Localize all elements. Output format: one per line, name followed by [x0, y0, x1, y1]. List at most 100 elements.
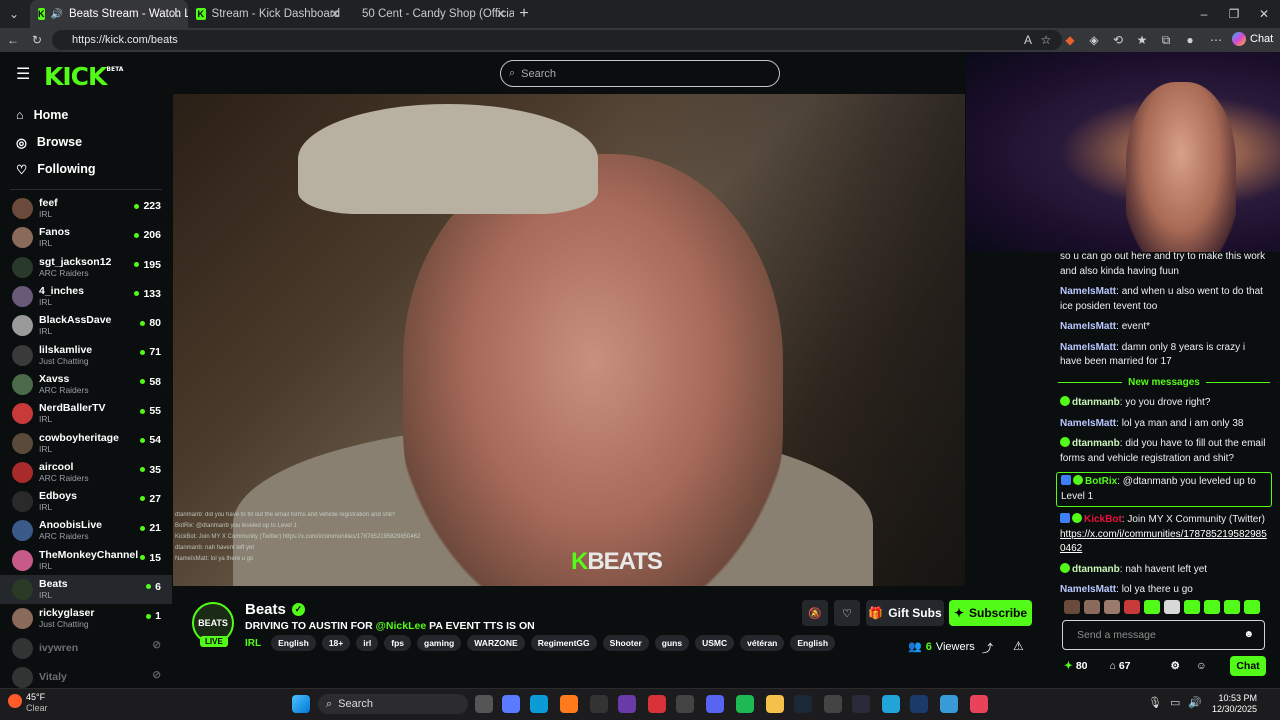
- emoji-icon[interactable]: ☻: [1243, 629, 1254, 640]
- emote-icon[interactable]: [1204, 600, 1220, 614]
- chat-link[interactable]: https://x.com/i/communities/178785219582…: [1060, 529, 1267, 555]
- channel-item-4_inches[interactable]: 4_inches IRL 133: [0, 282, 172, 311]
- settings-icon[interactable]: ⚙: [1171, 660, 1180, 672]
- taskbar-app-icon[interactable]: [970, 695, 988, 713]
- nav-browse[interactable]: ◎ Browse: [0, 129, 172, 155]
- taskbar-app-icon[interactable]: [502, 695, 520, 713]
- share-icon[interactable]: ⤴: [982, 640, 993, 656]
- points-indicator[interactable]: ✦ 80: [1064, 660, 1088, 672]
- chat-username[interactable]: NameIsMatt: [1060, 584, 1116, 595]
- emote-icon[interactable]: [1064, 600, 1080, 614]
- channel-item-feef[interactable]: feef IRL 223: [0, 194, 172, 223]
- report-icon[interactable]: ⚠: [1013, 639, 1024, 653]
- profile-avatar-icon[interactable]: ●: [1180, 30, 1200, 50]
- channel-item-beats[interactable]: Beats IRL 6: [0, 574, 172, 605]
- kick-logo[interactable]: KICKBETA: [44, 62, 123, 91]
- taskbar-app-icon[interactable]: [794, 695, 812, 713]
- channel-item-ivywren[interactable]: ivywren ⊘: [0, 633, 172, 662]
- subscribe-button[interactable]: ✦ Subscribe: [949, 600, 1032, 626]
- taskbar-app-icon[interactable]: [736, 695, 754, 713]
- nav-home[interactable]: ⌂ Home: [0, 102, 172, 128]
- taskbar-app-icon[interactable]: [560, 695, 578, 713]
- close-tab-icon[interactable]: ✕: [170, 7, 180, 21]
- stream-tag[interactable]: WARZONE: [467, 635, 525, 651]
- volume-icon[interactable]: 🔊: [1188, 696, 1202, 709]
- taskbar-app-icon[interactable]: [940, 695, 958, 713]
- stream-tag[interactable]: English: [790, 635, 836, 651]
- extensions-puzzle-icon[interactable]: ⟲: [1108, 30, 1128, 50]
- copilot-chat-button[interactable]: Chat: [1232, 32, 1273, 46]
- channel-item-aircool[interactable]: aircool ARC Raiders 35: [0, 458, 172, 487]
- taskbar-app-icon[interactable]: [824, 695, 842, 713]
- refresh-icon[interactable]: ↻: [27, 30, 47, 50]
- windows-start-icon[interactable]: [292, 695, 310, 713]
- taskbar-app-icon[interactable]: [676, 695, 694, 713]
- emote-icon[interactable]: [1244, 600, 1260, 614]
- search-input[interactable]: ⌕ Search: [500, 60, 780, 87]
- channel-item-lilskamlive[interactable]: lilskamlive Just Chatting 71: [0, 340, 172, 369]
- stream-tag[interactable]: RegimentGG: [530, 635, 597, 651]
- minimize-icon[interactable]: –: [1194, 4, 1214, 24]
- taskbar-app-icon[interactable]: [648, 695, 666, 713]
- chat-username[interactable]: dtanmanb: [1072, 564, 1120, 575]
- send-chat-button[interactable]: Chat: [1230, 656, 1266, 676]
- network-icon[interactable]: ▭: [1170, 696, 1180, 709]
- notifications-off-button[interactable]: 🔕: [802, 600, 828, 626]
- gift-count-indicator[interactable]: ⌂ 67: [1110, 660, 1131, 672]
- chat-username[interactable]: dtanmanb: [1072, 397, 1120, 408]
- hamburger-menu-icon[interactable]: ☰: [16, 64, 30, 84]
- back-icon[interactable]: ←: [3, 30, 23, 50]
- channel-item-fanos[interactable]: Fanos IRL 206: [0, 223, 172, 252]
- stream-tag[interactable]: English: [271, 635, 316, 651]
- emote-icon[interactable]: [1124, 600, 1140, 614]
- taskbar-clock[interactable]: 10:53 PM 12/30/2025: [1212, 693, 1257, 715]
- restore-icon[interactable]: ❐: [1224, 4, 1244, 24]
- favorite-star-icon[interactable]: ☆: [1036, 30, 1056, 50]
- taskbar-app-icon[interactable]: [766, 695, 784, 713]
- stream-tag[interactable]: vétéran: [740, 635, 785, 651]
- tab-actions-icon[interactable]: ⌄: [4, 4, 24, 24]
- new-tab-icon[interactable]: +: [514, 4, 534, 24]
- stream-tag[interactable]: gaming: [417, 635, 462, 651]
- chat-username[interactable]: NameIsMatt: [1060, 321, 1116, 332]
- emote-icon[interactable]: [1144, 600, 1160, 614]
- taskbar-app-icon[interactable]: [475, 695, 493, 713]
- stream-tag[interactable]: 18+: [321, 635, 351, 651]
- close-tab-icon[interactable]: ✕: [330, 7, 340, 21]
- taskbar-search[interactable]: ⌕ Search: [318, 694, 468, 714]
- channel-item-cowboyheritage[interactable]: cowboyheritage IRL 54: [0, 428, 172, 457]
- chat-username[interactable]: dtanmanb: [1072, 438, 1120, 449]
- chat-username[interactable]: NameIsMatt: [1060, 418, 1116, 429]
- browser-tab-beats[interactable]: K 🔊 Beats Stream - Watch Live on ✕: [30, 0, 188, 28]
- browser-tab-youtube[interactable]: 50 Cent - Candy Shop (Official Mu ✕: [348, 0, 514, 28]
- chat-username[interactable]: NameIsMatt: [1060, 286, 1116, 297]
- stream-tag[interactable]: guns: [654, 635, 690, 651]
- taskbar-app-icon[interactable]: [706, 695, 724, 713]
- channel-item-xavss[interactable]: Xavss ARC Raiders 58: [0, 370, 172, 399]
- taskbar-app-icon[interactable]: [882, 695, 900, 713]
- stream-tag[interactable]: fps: [384, 635, 412, 651]
- close-window-icon[interactable]: ✕: [1254, 4, 1274, 24]
- extension-icon-2[interactable]: ◈: [1084, 30, 1104, 50]
- favorites-icon[interactable]: ★: [1132, 30, 1152, 50]
- extension-icon[interactable]: ◆: [1060, 30, 1080, 50]
- channel-item-blackassdave[interactable]: BlackAssDave IRL 80: [0, 311, 172, 340]
- channel-item-sgt_jackson12[interactable]: sgt_jackson12 ARC Raiders 195: [0, 253, 172, 282]
- new-messages-divider[interactable]: New messages: [1058, 376, 1270, 391]
- read-aloud-icon[interactable]: A: [1018, 30, 1038, 50]
- taskbar-app-icon[interactable]: [530, 695, 548, 713]
- url-field[interactable]: https://kick.com/beats: [52, 30, 1062, 50]
- microphone-icon[interactable]: 🎙: [1148, 696, 1162, 709]
- chat-username[interactable]: NameIsMatt: [1060, 342, 1116, 353]
- emote-icon[interactable]: [1104, 600, 1120, 614]
- browser-tab-dashboard[interactable]: K Stream - Kick Dashboard ✕: [188, 0, 348, 28]
- channel-item-nerdballertv[interactable]: NerdBallerTV IRL 55: [0, 399, 172, 428]
- emote-icon[interactable]: [1184, 600, 1200, 614]
- follow-button[interactable]: ♡: [834, 600, 860, 626]
- channel-item-anoobislive[interactable]: AnoobisLive ARC Raiders 21: [0, 516, 172, 545]
- stream-tag[interactable]: irl: [356, 635, 379, 651]
- weather-widget[interactable]: 45°F Clear: [8, 692, 48, 714]
- emote-icon[interactable]: [1224, 600, 1240, 614]
- streamer-name[interactable]: Beats ✓: [245, 601, 305, 618]
- stream-category[interactable]: IRL: [245, 638, 261, 649]
